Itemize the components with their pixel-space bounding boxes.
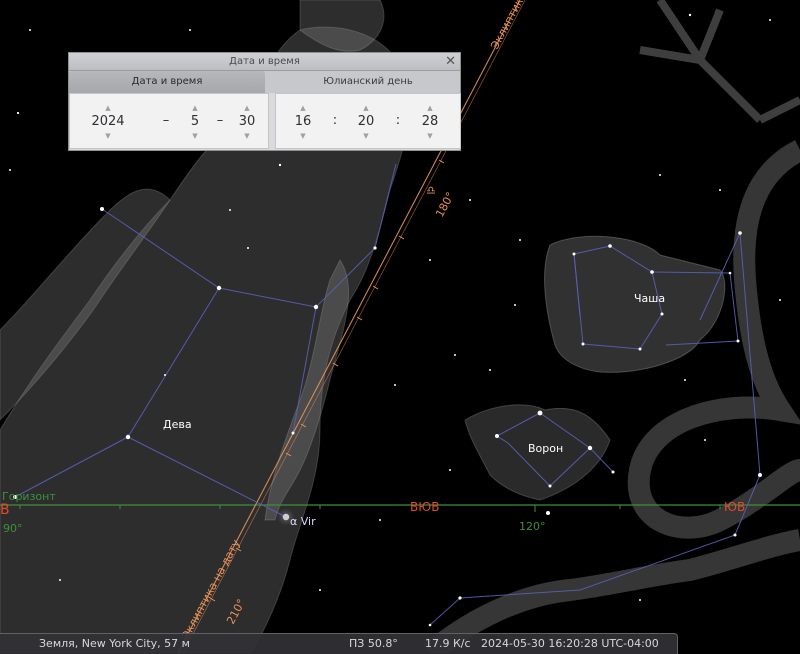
day-value[interactable]: 30 (227, 113, 267, 131)
hour-value[interactable]: 16 (283, 113, 323, 131)
date-separator: – (216, 113, 224, 128)
dialog-title: Дата и время (229, 56, 300, 67)
compass-se-label: ЮВ (724, 500, 745, 514)
tab-date-time[interactable]: Дата и время (69, 71, 265, 93)
year-value[interactable]: 2024 (88, 113, 128, 131)
hour-up-icon[interactable]: ▲ (283, 103, 323, 113)
day-down-icon[interactable]: ▼ (227, 131, 267, 141)
year-spinner[interactable]: ▲ 2024 ▼ (88, 94, 128, 150)
second-up-icon[interactable]: ▲ (410, 103, 450, 113)
time-panel: ▲ 16 ▼ : ▲ 20 ▼ : ▲ 28 ▼ (275, 93, 461, 149)
year-down-icon[interactable]: ▼ (88, 131, 128, 141)
second-spinner[interactable]: ▲ 28 ▼ (410, 94, 450, 150)
status-fov: ПЗ 50.8° (349, 637, 398, 650)
hour-down-icon[interactable]: ▼ (283, 131, 323, 141)
libra-symbol: ♎ (426, 184, 436, 197)
second-down-icon[interactable]: ▼ (410, 131, 450, 141)
time-separator: : (332, 113, 338, 128)
minute-spinner[interactable]: ▲ 20 ▼ (346, 94, 386, 150)
virgo-label: Дева (163, 418, 192, 431)
dialog-body: ▲ 2024 ▼ – ▲ 5 ▼ – ▲ 30 ▼ ▲ 16 ▼ : ▲ 20 … (69, 93, 461, 150)
status-bar: Земля, New York City, 57 м ПЗ 50.8° 17.9… (0, 633, 678, 654)
status-fps: 17.9 К/с (425, 637, 471, 650)
close-icon[interactable]: ✕ (445, 53, 456, 70)
horizon-120-label: 120° (519, 520, 546, 533)
hour-spinner[interactable]: ▲ 16 ▼ (283, 94, 323, 150)
date-time-dialog[interactable]: Дата и время ✕ Дата и время Юлианский де… (68, 52, 461, 151)
date-panel: ▲ 2024 ▼ – ▲ 5 ▼ – ▲ 30 ▼ (69, 93, 269, 149)
minute-up-icon[interactable]: ▲ (346, 103, 386, 113)
horizon-label: Горизонт (2, 490, 56, 503)
corvus-label: Ворон (528, 442, 563, 455)
status-datetime[interactable]: 2024-05-30 16:20:28 UTC-04:00 (481, 637, 659, 650)
month-value[interactable]: 5 (175, 113, 215, 131)
day-spinner[interactable]: ▲ 30 ▼ (227, 94, 267, 150)
crater-label: Чаша (634, 292, 665, 305)
month-down-icon[interactable]: ▼ (175, 131, 215, 141)
status-location[interactable]: Земля, New York City, 57 м (39, 637, 190, 650)
dialog-tabs: Дата и время Юлианский день (69, 71, 460, 93)
second-value[interactable]: 28 (410, 113, 450, 131)
month-up-icon[interactable]: ▲ (175, 103, 215, 113)
alpha-vir-label: α Vir (290, 515, 316, 528)
time-separator: : (395, 113, 401, 128)
minute-down-icon[interactable]: ▼ (346, 131, 386, 141)
compass-ese-label: ВЮВ (410, 500, 439, 514)
dialog-title-bar[interactable]: Дата и время ✕ (69, 53, 460, 71)
date-separator: – (162, 113, 170, 128)
month-spinner[interactable]: ▲ 5 ▼ (175, 94, 215, 150)
minute-value[interactable]: 20 (346, 113, 386, 131)
compass-e-label: В (0, 502, 10, 518)
day-up-icon[interactable]: ▲ (227, 103, 267, 113)
year-up-icon[interactable]: ▲ (88, 103, 128, 113)
tab-julian-day[interactable]: Юлианский день (275, 71, 461, 93)
horizon-90-label: 90° (3, 522, 23, 535)
